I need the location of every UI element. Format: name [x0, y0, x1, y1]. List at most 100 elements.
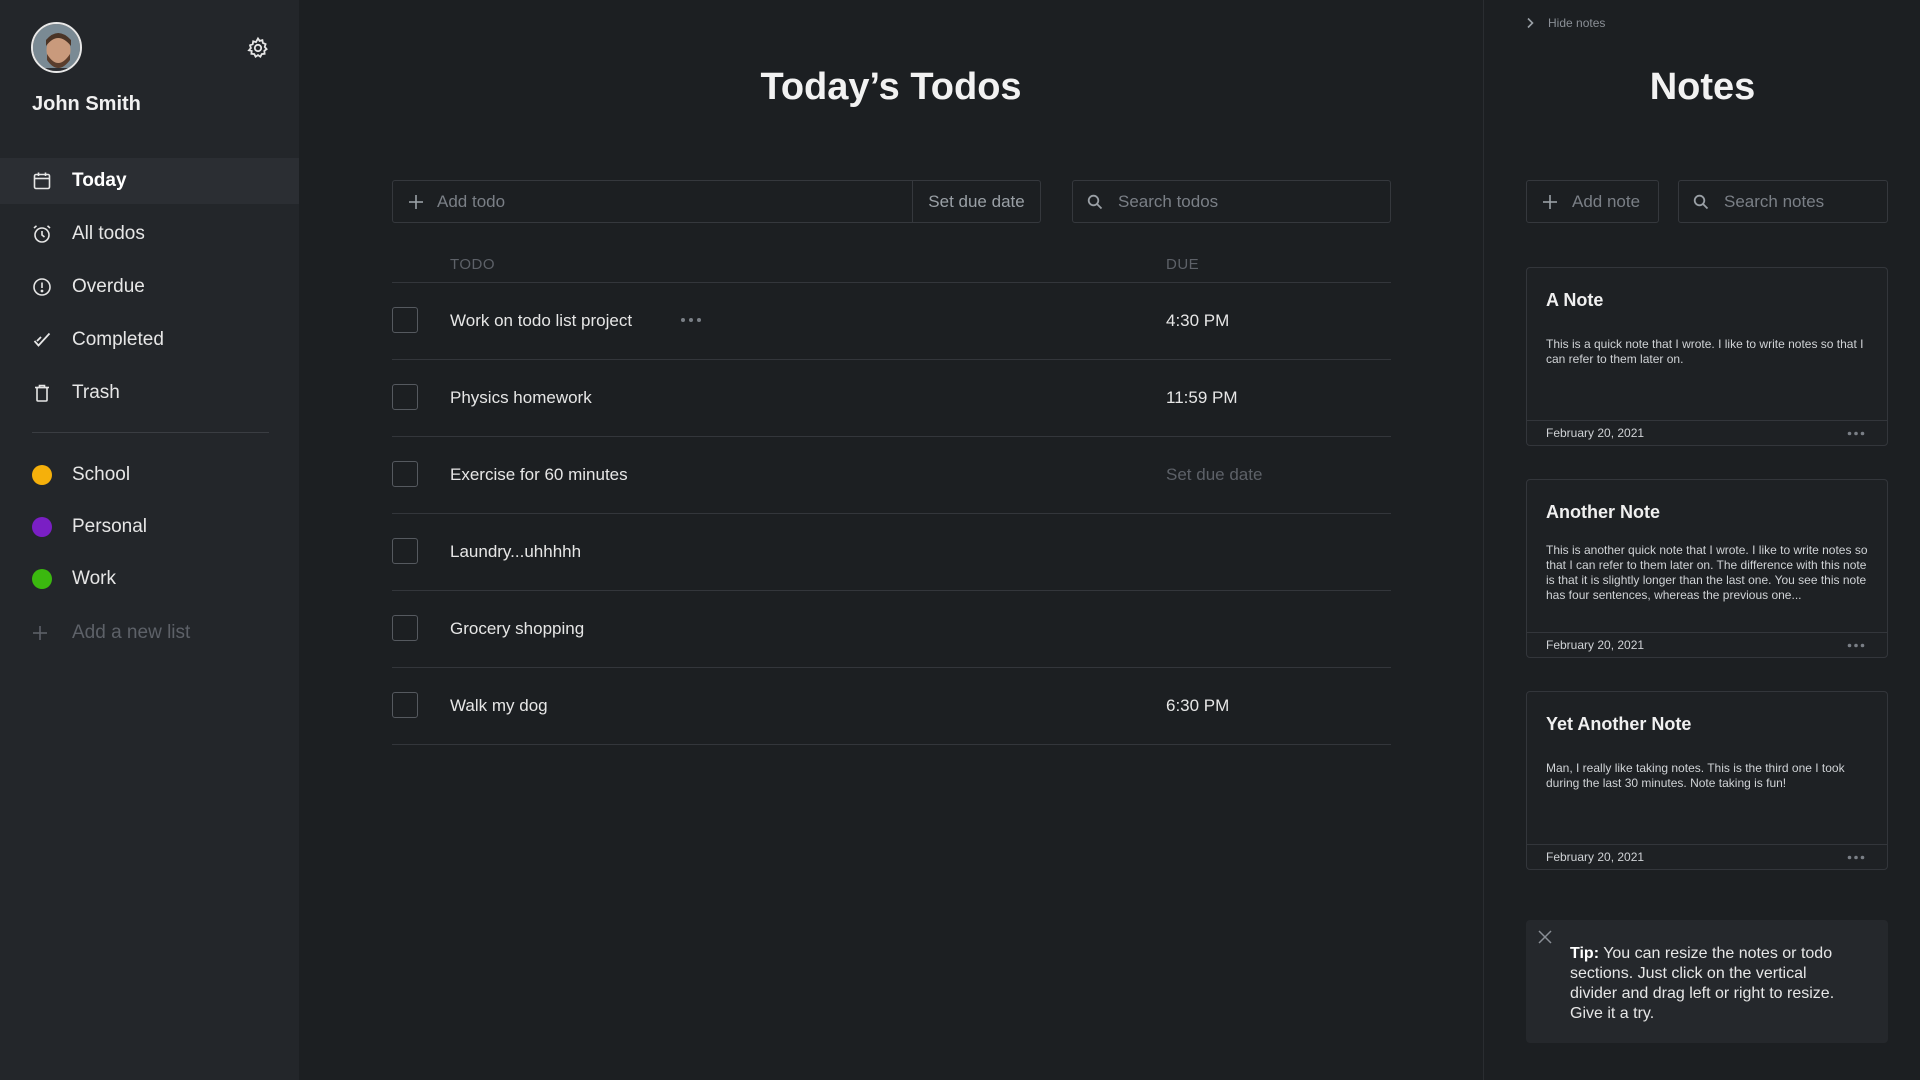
- todo-checkbox[interactable]: [392, 538, 418, 564]
- add-todo-input[interactable]: Add todo: [437, 181, 912, 222]
- nav-item-label: Overdue: [72, 276, 145, 297]
- tip-label: Tip:: [1570, 945, 1600, 962]
- todo-text: Exercise for 60 minutes: [450, 465, 628, 484]
- note-date: February 20, 2021: [1546, 638, 1645, 652]
- note-title: A Note: [1546, 290, 1604, 310]
- todo-text: Walk my dog: [450, 696, 548, 715]
- hide-notes-button[interactable]: Hide notes: [1524, 16, 1605, 30]
- search-notes-placeholder: Search notes: [1724, 191, 1825, 211]
- notes-panel: Hide notes Notes Add note Search notes A…: [1483, 0, 1920, 1080]
- calendar-icon: [33, 172, 51, 190]
- todo-row[interactable]: Exercise for 60 minutes Set due date: [392, 437, 1391, 514]
- more-options-icon[interactable]: [1847, 643, 1865, 648]
- note-body: This is a quick note that I wrote. I lik…: [1546, 337, 1864, 366]
- sidebar-divider: [32, 432, 269, 433]
- avatar[interactable]: [31, 22, 82, 73]
- user-avatar-image: [33, 24, 80, 71]
- todo-row[interactable]: Laundry...uhhhhh: [392, 514, 1391, 591]
- tip-box: Tip: You can resize the notes or todo se…: [1526, 920, 1888, 1043]
- sidebar: John Smith Today All todos Overdue Compl…: [0, 0, 299, 1080]
- note-body: Man, I really like taking notes. This is…: [1546, 761, 1845, 790]
- nav-item-all-todos[interactable]: All todos: [0, 211, 299, 257]
- user-name: John Smith: [32, 93, 141, 115]
- list-item-work[interactable]: Work: [0, 556, 299, 602]
- add-note-label: Add note: [1572, 191, 1641, 211]
- search-icon: [1087, 194, 1103, 209]
- set-due-date-link[interactable]: Set due date: [1166, 465, 1262, 485]
- note-card[interactable]: Yet Another Note Man, I really like taki…: [1526, 691, 1888, 870]
- nav-item-overdue[interactable]: Overdue: [0, 264, 299, 310]
- settings-gear-icon[interactable]: [246, 36, 270, 60]
- todo-checkbox[interactable]: [392, 615, 418, 641]
- nav-menu: Today All todos Overdue Completed Trash: [0, 158, 299, 423]
- column-header-due: DUE: [1166, 256, 1200, 273]
- note-footer: February 20, 2021: [1527, 844, 1887, 869]
- note-card[interactable]: Another Note This is another quick note …: [1526, 479, 1888, 658]
- nav-item-label: Completed: [72, 329, 164, 350]
- nav-item-trash[interactable]: Trash: [0, 370, 299, 416]
- todo-text: Laundry...uhhhhh: [450, 542, 582, 561]
- note-body: This is another quick note that I wrote.…: [1546, 543, 1868, 602]
- note-footer: February 20, 2021: [1527, 420, 1887, 445]
- more-options-icon[interactable]: [1847, 431, 1865, 436]
- list-color-dot: [32, 569, 52, 589]
- list-item-label: Personal: [72, 516, 147, 537]
- list-item-personal[interactable]: Personal: [0, 504, 299, 550]
- nav-item-completed[interactable]: Completed: [0, 317, 299, 363]
- list-color-dot: [32, 465, 52, 485]
- list-item-label: Work: [72, 568, 116, 589]
- close-icon[interactable]: [1537, 929, 1553, 945]
- page-title: Today’s Todos: [760, 66, 1022, 108]
- add-note-button[interactable]: Add note: [1526, 180, 1659, 223]
- custom-lists: School Personal Work: [0, 452, 299, 608]
- search-todos-input[interactable]: Search todos: [1072, 180, 1391, 223]
- todo-checkbox[interactable]: [392, 384, 418, 410]
- note-card[interactable]: A Note This is a quick note that I wrote…: [1526, 267, 1888, 446]
- note-footer: February 20, 2021: [1527, 632, 1887, 657]
- search-todos-placeholder: Search todos: [1118, 191, 1219, 211]
- add-list-label: Add a new list: [72, 622, 191, 643]
- todo-due-time[interactable]: 6:30 PM: [1166, 696, 1229, 716]
- todo-row[interactable]: Work on todo list project 4:30 PM: [392, 283, 1391, 360]
- chevron-right-icon: [1527, 17, 1534, 29]
- todo-due-time[interactable]: 4:30 PM: [1166, 311, 1229, 331]
- alert-circle-icon: [33, 278, 51, 296]
- checkmark-icon: [33, 332, 51, 347]
- todo-text: Physics homework: [450, 388, 592, 407]
- plus-icon: [1543, 194, 1557, 209]
- set-due-date-button[interactable]: Set due date: [912, 181, 1040, 222]
- search-icon: [1693, 194, 1709, 209]
- todo-text: Work on todo list project: [450, 311, 633, 330]
- list-item-school[interactable]: School: [0, 452, 299, 498]
- todo-checkbox[interactable]: [392, 692, 418, 718]
- more-options-icon[interactable]: [680, 317, 702, 323]
- more-options-icon[interactable]: [1847, 855, 1865, 860]
- todo-checkbox[interactable]: [392, 461, 418, 487]
- trash-icon: [35, 384, 49, 402]
- note-title: Yet Another Note: [1546, 714, 1692, 734]
- todo-due-time[interactable]: 11:59 PM: [1166, 388, 1238, 408]
- search-notes-input[interactable]: Search notes: [1678, 180, 1888, 223]
- todo-checkbox[interactable]: [392, 307, 418, 333]
- column-header-todo: TODO: [450, 256, 496, 273]
- list-item-label: School: [72, 464, 131, 485]
- nav-item-today[interactable]: Today: [0, 158, 299, 204]
- alarm-clock-icon: [33, 225, 51, 243]
- hide-notes-label: Hide notes: [1548, 16, 1606, 30]
- plus-icon: [33, 626, 47, 640]
- tip-message: You can resize the notes or todo section…: [1570, 945, 1835, 1022]
- todo-list: Work on todo list project 4:30 PM Physic…: [392, 283, 1391, 745]
- note-date: February 20, 2021: [1546, 426, 1645, 440]
- todo-main: Today’s Todos Add todo Set due date Sear…: [299, 0, 1483, 1080]
- nav-item-label: All todos: [72, 223, 145, 244]
- note-date: February 20, 2021: [1546, 850, 1645, 864]
- todo-row[interactable]: Physics homework 11:59 PM: [392, 360, 1391, 437]
- add-list-button[interactable]: Add a new list: [32, 622, 190, 644]
- todo-text: Grocery shopping: [450, 619, 585, 638]
- tip-text: Tip: You can resize the notes or todo se…: [1570, 944, 1840, 1024]
- todo-row[interactable]: Grocery shopping: [392, 591, 1391, 668]
- todo-row[interactable]: Walk my dog 6:30 PM: [392, 668, 1391, 745]
- note-title: Another Note: [1546, 502, 1660, 522]
- plus-icon[interactable]: [408, 194, 424, 210]
- nav-item-label: Trash: [72, 382, 120, 403]
